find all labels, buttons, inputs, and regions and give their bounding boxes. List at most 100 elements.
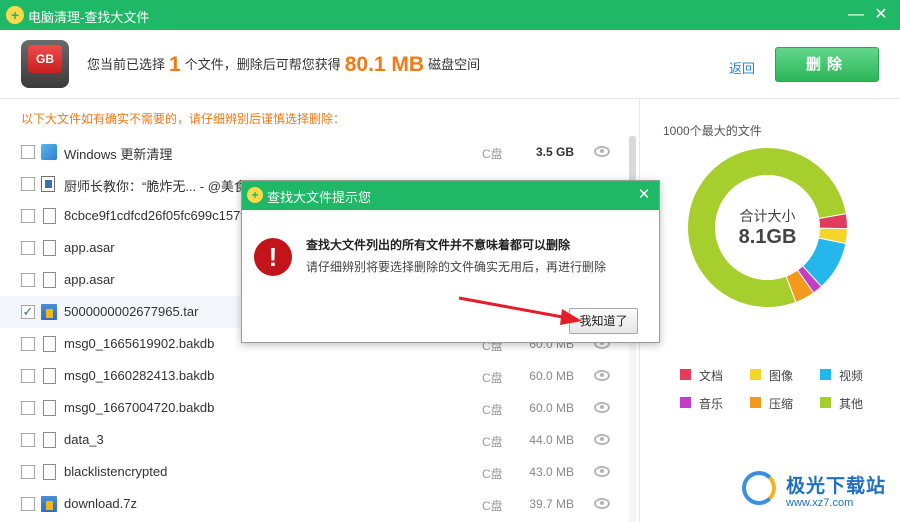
file-name: msg0_1665619902.bakdb [64,336,215,351]
summary-suffix: 磁盘空间 [428,57,481,72]
size-donut-chart: 合计大小 8.1GB [687,147,848,308]
back-link[interactable]: 返回 [729,58,755,77]
file-checkbox[interactable] [21,497,35,511]
file-row[interactable]: msg0_1667004720.bakdb C盘 60.0 MB [0,392,628,424]
legend-swatch [680,369,691,380]
file-size: 43.0 MB [529,465,574,479]
app-logo-icon: + [6,6,24,24]
file-checkbox[interactable] [21,241,35,255]
file-checkbox[interactable] [21,209,35,223]
file-name: 厨师长教你：“脆炸无... - @美食 [64,179,247,194]
disk-gb-icon: GB [21,40,69,88]
summary-mid: 个文件，删除后可帮您获得 [184,57,341,72]
file-name: app.asar [64,240,115,255]
file-name: download.7z [64,496,137,511]
doc-icon [43,368,56,384]
dialog-close-button[interactable]: ✕ [634,184,654,206]
legend-label: 音乐 [699,397,724,411]
file-size: 44.0 MB [529,433,574,447]
file-size: 3.5 GB [535,145,574,159]
doc-icon [43,400,56,416]
file-checkbox[interactable] [21,401,35,415]
archive-icon [41,496,57,512]
doc-icon [43,208,56,224]
file-checkbox[interactable] [21,369,35,383]
file-size: 60.0 MB [529,369,574,383]
stats-title: 1000个最大的文件 [663,124,762,138]
doc-icon [43,432,56,448]
summary-prefix: 您当前已选择 [87,57,166,72]
window-title: 电脑清理-查找大文件 [28,10,150,25]
minimize-button[interactable]: — [845,4,867,26]
got-it-button[interactable]: 我知道了 [569,308,638,334]
freed-amount: 80.1 MB [344,53,425,76]
total-label: 合计大小 [739,208,796,224]
preview-eye-icon[interactable] [594,498,610,509]
file-size: 60.0 MB [529,401,574,415]
file-name: blacklistencrypted [64,464,168,479]
dialog-message-primary: 查找大文件列出的所有文件并不意味着都可以删除 [306,238,571,252]
file-checkbox[interactable] [21,433,35,447]
warning-icon: ! [254,238,292,276]
dialog-title: 查找大文件提示您 [267,190,372,205]
doc-icon [43,240,56,256]
legend-swatch [750,397,761,408]
legend-label: 图像 [769,369,794,383]
winupd-icon [41,144,57,160]
video-icon [41,176,55,192]
delete-button[interactable]: 删除 [775,47,879,82]
dialog-header: + 查找大文件提示您 ✕ [242,181,659,210]
doc-icon [43,272,56,288]
summary-bar: GB 您当前已选择 1 个文件，删除后可帮您获得 80.1 MB 磁盘空间 返回 删除 [0,30,900,99]
tip-dialog: + 查找大文件提示您 ✕ ! 查找大文件列出的所有文件并不意味着都可以删除 请仔… [241,180,660,343]
donut-center: 合计大小 8.1GB [715,175,820,280]
legend-swatch [820,369,831,380]
total-value: 8.1GB [738,226,797,248]
file-row[interactable]: msg0_1660282413.bakdb C盘 60.0 MB [0,360,628,392]
file-name: app.asar [64,272,115,287]
watermark: 极光下载站 www.xz7.com [738,469,898,513]
disk-gb-label: GB [28,45,62,73]
legend-label: 视频 [839,369,864,383]
file-checkbox[interactable] [21,465,35,479]
archive-icon [41,304,57,320]
file-checkbox[interactable] [21,337,35,351]
preview-eye-icon[interactable] [594,434,610,445]
preview-eye-icon[interactable] [594,466,610,477]
legend-swatch [680,397,691,408]
file-row[interactable]: data_3 C盘 44.0 MB [0,424,628,456]
file-name: msg0_1667004720.bakdb [64,400,215,415]
file-name: msg0_1660282413.bakdb [64,368,215,383]
legend-swatch [750,369,761,380]
doc-icon [43,336,56,352]
preview-eye-icon[interactable] [594,370,610,381]
watermark-url: www.xz7.com [786,497,854,509]
stats-panel: 1000个最大的文件 合计大小 8.1GB 文档 图像 视频 音乐 压缩 其他 [640,99,900,522]
file-name: 8cbce9f1cdfcd26f05fc699c157f [64,208,244,223]
file-checkbox[interactable]: ✓ [21,305,35,319]
doc-icon [43,464,56,480]
preview-eye-icon[interactable] [594,402,610,413]
warning-notice: 以下大文件如有确实不需要的，请仔细辨别后谨慎选择删除： [21,112,346,126]
file-checkbox[interactable] [21,273,35,287]
file-checkbox[interactable] [21,145,35,159]
file-row[interactable]: download.7z C盘 39.7 MB [0,488,628,520]
scrollbar-thumb[interactable] [629,136,636,184]
title-bar: + 电脑清理-查找大文件 — ✕ [0,0,900,30]
dialog-logo-icon: + [247,187,263,203]
watermark-logo-icon [742,471,776,505]
legend-label: 其他 [839,397,864,411]
file-name: 5000000002677965.tar [64,304,199,319]
close-button[interactable]: ✕ [870,4,892,26]
selection-summary: 您当前已选择 1 个文件，删除后可帮您获得 80.1 MB 磁盘空间 [87,53,480,77]
file-name: Windows 更新清理 [64,147,173,162]
watermark-brand: 极光下载站 [786,476,887,497]
file-row[interactable]: Windows 更新清理 C盘 3.5 GB [0,136,628,168]
legend-label: 压缩 [769,397,794,411]
legend-swatch [820,397,831,408]
file-size: 39.7 MB [529,497,574,511]
preview-eye-icon[interactable] [594,146,610,157]
file-row[interactable]: blacklistencrypted C盘 43.0 MB [0,456,628,488]
file-name: data_3 [64,432,104,447]
file-checkbox[interactable] [21,177,35,191]
